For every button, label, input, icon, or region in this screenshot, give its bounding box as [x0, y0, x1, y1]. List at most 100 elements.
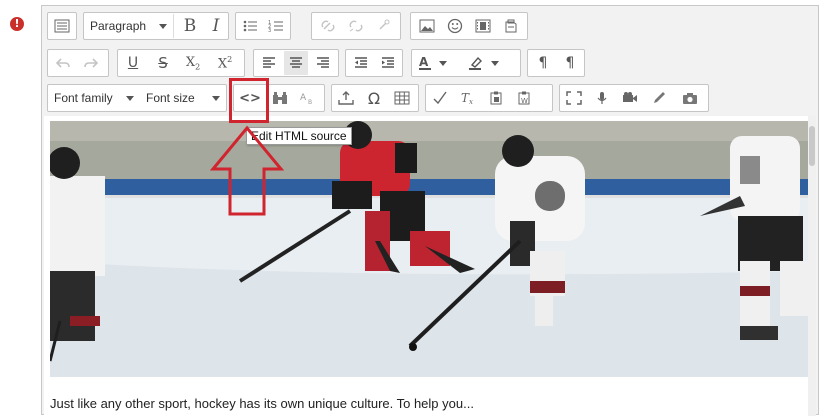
toolbar-group-color: A [411, 49, 521, 77]
content-scrollbar-thumb[interactable] [809, 126, 815, 166]
smiley-icon [447, 18, 463, 34]
pencil-icon [654, 92, 665, 103]
font-size-value: Font size [146, 91, 195, 105]
text-color-button[interactable]: A [414, 51, 438, 75]
insert-emoticon-button[interactable] [443, 14, 467, 38]
record-audio-button[interactable] [590, 86, 614, 110]
italic-button[interactable]: I [204, 14, 228, 38]
svg-text:A: A [419, 55, 429, 69]
align-right-button[interactable] [311, 51, 335, 75]
toolbar-group-align [253, 49, 339, 77]
clear-formatting-button[interactable]: AB [296, 86, 320, 110]
redo-icon [84, 58, 99, 68]
image-icon [419, 19, 435, 33]
strikethrough-button[interactable]: S [151, 51, 175, 75]
clear-format-icon: AB [300, 93, 312, 105]
manage-files-button[interactable] [499, 14, 523, 38]
background-color-dropdown[interactable] [488, 51, 502, 75]
unlink-button[interactable] [344, 14, 368, 38]
svg-text:3: 3 [268, 28, 271, 33]
toolbar-group-fonts: Font family Font size [47, 84, 227, 112]
indent-button[interactable] [376, 51, 400, 75]
align-center-button[interactable] [284, 51, 308, 75]
insert-table-button[interactable] [390, 86, 414, 110]
block-format-value: Paragraph [90, 19, 147, 33]
background-color-button[interactable] [464, 51, 488, 75]
redo-button[interactable] [79, 51, 103, 75]
fullscreen-button[interactable] [562, 86, 586, 110]
rtl-button[interactable]: ¶ [558, 51, 582, 75]
toolbar-group-toggle [47, 12, 77, 40]
film-icon [475, 19, 491, 33]
ltr-button[interactable]: ¶ [531, 51, 555, 75]
bold-icon: B [183, 16, 197, 36]
binoculars-icon [273, 92, 287, 104]
omega-icon: Ω [367, 88, 381, 108]
link-button[interactable] [316, 14, 340, 38]
chevron-down-icon [439, 60, 447, 66]
font-family-select[interactable]: Font family [48, 86, 140, 110]
screenshot-button[interactable] [678, 86, 702, 110]
svg-text:W: W [521, 97, 528, 105]
draw-button[interactable] [648, 86, 672, 110]
toolbar-toggle-icon[interactable] [50, 14, 74, 38]
toolbar-group-extra [559, 84, 709, 112]
table-icon [394, 91, 410, 105]
bullet-list-icon [243, 20, 257, 32]
toolbar-group-links [311, 12, 401, 40]
alert-icon: ! [10, 17, 24, 31]
video-camera-icon [623, 92, 637, 102]
remove-format-button[interactable]: Tx [456, 86, 480, 110]
find-replace-button[interactable] [268, 86, 292, 110]
superscript-button[interactable]: X2 [213, 51, 237, 75]
chevron-down-icon [212, 96, 220, 101]
undo-icon [55, 58, 70, 68]
insert-image-button[interactable] [415, 14, 439, 38]
anchor-button[interactable] [372, 14, 396, 38]
undo-button[interactable] [51, 51, 75, 75]
files-icon [505, 19, 517, 33]
insert-media-button[interactable] [471, 14, 495, 38]
font-size-select[interactable]: Font size [140, 86, 226, 110]
toolbar-group-media [410, 12, 528, 40]
record-video-button[interactable] [618, 86, 642, 110]
text-color-icon: A [419, 55, 431, 70]
align-right-icon [317, 57, 329, 68]
outdent-button[interactable] [349, 51, 373, 75]
camera-icon [683, 93, 697, 104]
toolbar-group-direction: ¶ ¶ [527, 49, 585, 77]
svg-text:A: A [300, 93, 307, 103]
hockey-photo[interactable] [50, 121, 812, 377]
fullscreen-icon [566, 91, 582, 105]
subscript-button[interactable]: X2 [181, 51, 205, 75]
insert-symbol-button[interactable]: Ω [362, 86, 386, 110]
chevron-down-icon [491, 60, 499, 66]
underline-button[interactable]: U [121, 51, 145, 75]
equation-button[interactable] [428, 86, 452, 110]
toolbar-group-lists: 123 [235, 12, 291, 40]
numbered-list-button[interactable]: 123 [264, 14, 288, 38]
font-family-value: Font family [54, 91, 113, 105]
content-paragraph[interactable]: Just like any other sport, hockey has it… [50, 396, 790, 411]
bold-button[interactable]: B [178, 14, 202, 38]
align-left-icon [263, 57, 275, 68]
paste-text-button[interactable] [484, 86, 508, 110]
text-color-dropdown[interactable] [436, 51, 450, 75]
toolbar-group-insert: Ω [331, 84, 419, 112]
block-format-select[interactable]: Paragraph [84, 14, 174, 38]
svg-text:x: x [469, 98, 473, 105]
align-left-button[interactable] [257, 51, 281, 75]
editor-content-area[interactable]: Just like any other sport, hockey has it… [44, 116, 816, 416]
numbered-list-icon: 123 [268, 20, 283, 33]
paste-word-button[interactable]: W [512, 86, 536, 110]
up-arrow-annotation-icon [210, 125, 284, 216]
align-center-icon [290, 57, 302, 68]
rich-text-editor: Paragraph B I 123 U S X2 X2 A ¶ ¶ Font f… [41, 5, 819, 416]
rtl-pilcrow-icon: ¶ [565, 55, 575, 71]
insert-anchor-button[interactable] [334, 86, 358, 110]
svg-text:B: B [308, 99, 312, 105]
content-scrollbar[interactable] [808, 116, 816, 416]
toolbar-group-format: Paragraph B I [83, 12, 229, 40]
bullet-list-button[interactable] [238, 14, 262, 38]
clipboard-word-icon: W [518, 91, 530, 105]
